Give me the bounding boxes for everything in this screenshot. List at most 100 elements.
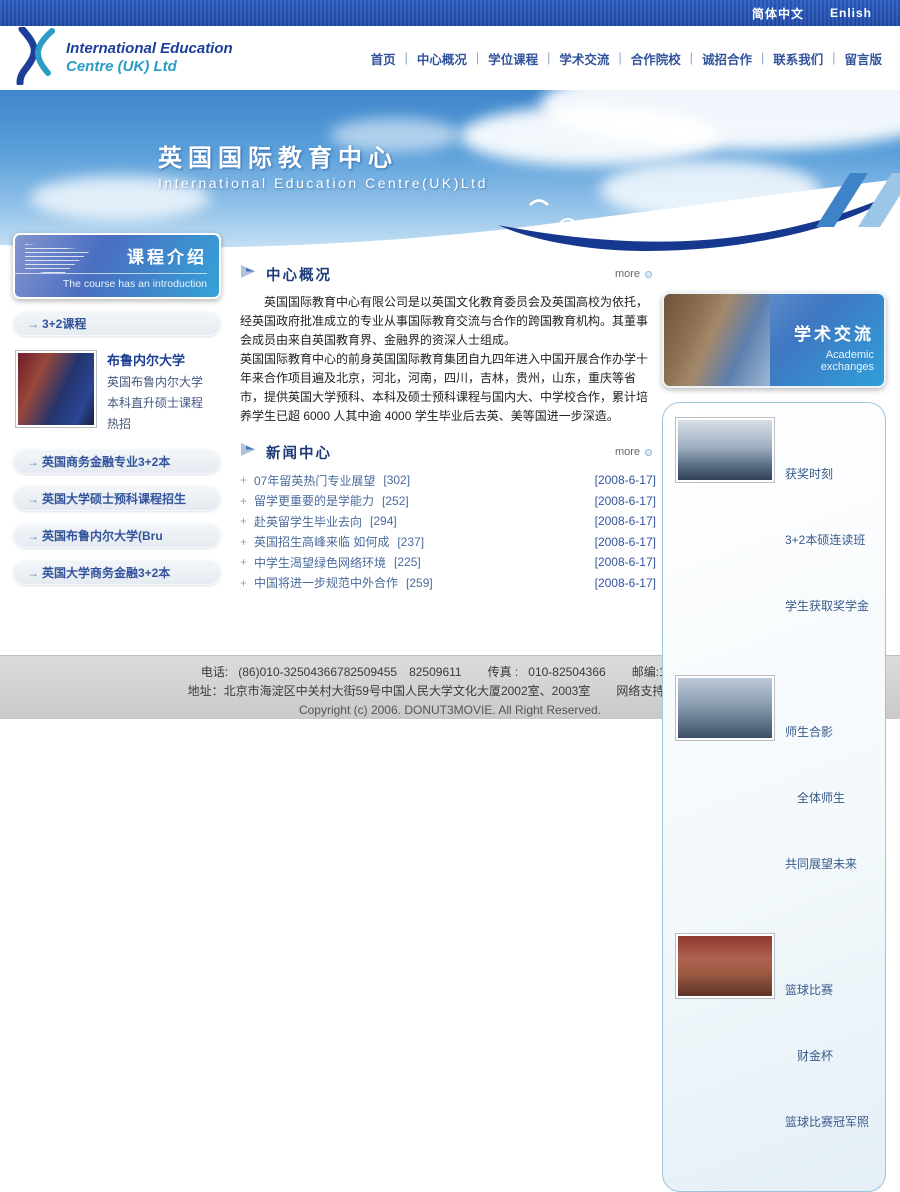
circle-icon (645, 449, 652, 456)
phone-value: (86)010-32504366782509455 82509611 (238, 665, 461, 679)
zip-label: 邮编: (632, 665, 659, 679)
sidebar-item-3plus2-course[interactable]: → 3+2课程 (13, 311, 221, 336)
plus-bullet-icon: + (240, 473, 254, 487)
plus-bullet-icon: + (240, 494, 254, 508)
nav-cooperation[interactable]: 诚招合作 (702, 49, 752, 68)
nav-separator: | (547, 51, 550, 65)
arrow-right-icon: → (27, 524, 39, 548)
arrow-right-icon: → (27, 561, 39, 585)
news-date: [2008-6-17] (595, 514, 656, 528)
address-value: 北京市海淀区中关村大街59号中国人民大学文化大厦2002室、2003室 (224, 684, 591, 698)
basketball-photo[interactable] (675, 933, 775, 999)
news-section-header: 新闻中心 more (240, 440, 656, 464)
featured-line: 热招 (107, 414, 203, 435)
sidebar-item-business-finance[interactable]: → 英国大学商务金融3+2本 (13, 560, 221, 585)
caption-line: 全体师生 (785, 787, 857, 809)
caption-line: 获奖时刻 (785, 463, 869, 485)
caption-line: 财金杯 (785, 1045, 869, 1067)
banner-subtitle: International Education Centre(UK)Ltd (158, 175, 488, 191)
nav-separator: | (832, 51, 835, 65)
sidebar-item-brunel-university[interactable]: → 英国布鲁内尔大学(Bru (13, 523, 221, 548)
news-item[interactable]: + 留学更重要的是学能力 [252] [2008-6-17] (240, 491, 656, 512)
about-paragraphs: 英国国际教育中心有限公司是以英国文化教育委员会及英国高校为依托，经英国政府批准成… (240, 293, 656, 426)
building-photo (664, 294, 770, 386)
fax-value: 010-82504366 (528, 665, 605, 679)
news-item[interactable]: + 英国招生高峰来临 如何成 [237] [2008-6-17] (240, 532, 656, 553)
nav-partner-schools[interactable]: 合作院校 (631, 49, 681, 68)
featured-line: 本科直升硕士课程 (107, 393, 203, 414)
featured-university-title[interactable]: 布鲁内尔大学 (107, 350, 203, 372)
nav-separator: | (690, 51, 693, 65)
news-count: [259] (406, 576, 433, 590)
banner-titles: 英国国际教育中心 International Education Centre(… (158, 138, 488, 191)
about-paragraph-1: 英国国际教育中心有限公司是以英国文化教育委员会及英国高校为依托，经英国政府批准成… (240, 293, 656, 350)
news-count: [237] (397, 535, 424, 549)
news-count: [302] (383, 473, 410, 487)
logo-line1: International Education (66, 40, 233, 57)
about-section-title: 中心概况 (266, 264, 332, 285)
nav-academic-exchange[interactable]: 学术交流 (559, 49, 609, 68)
gallery-caption: 获奖时刻 3+2本硕连读班 学生获取奖学金 (785, 417, 869, 661)
award-photo[interactable] (675, 417, 775, 483)
sidebar-item-label: 英国大学商务金融3+2本 (42, 566, 170, 580)
photo-gallery: 获奖时刻 3+2本硕连读班 学生获取奖学金 师生合影 全体师生 共同展望未来 篮… (662, 402, 886, 1192)
group-photo[interactable] (675, 675, 775, 741)
top-language-bar: 简体中文 Enlish (0, 0, 900, 26)
news-count: [252] (382, 494, 409, 508)
nav-home[interactable]: 首页 (371, 49, 396, 68)
fax-label: 传真 : (488, 665, 519, 679)
news-count: [225] (394, 555, 421, 569)
news-count: [294] (370, 514, 397, 528)
sidebar-item-label: 英国布鲁内尔大学(Bru (42, 529, 163, 543)
caption-line: 师生合影 (785, 721, 857, 743)
logo[interactable]: International Education Centre (UK) Ltd (8, 27, 233, 90)
academic-title: 学术交流 (770, 320, 874, 345)
main-nav: 首页 | 中心概况 | 学位课程 | 学术交流 | 合作院校 | 诚招合作 | … (371, 49, 882, 68)
plus-bullet-icon: + (240, 576, 254, 590)
logo-icon (8, 27, 64, 90)
main-content: 中心概况 more 英国国际教育中心有限公司是以英国文化教育委员会及英国高校为依… (240, 262, 656, 593)
gallery-caption: 师生合影 全体师生 共同展望未来 (785, 675, 857, 919)
about-section-header: 中心概况 more (240, 262, 656, 286)
news-list: + 07年留英热门专业展望 [302] [2008-6-17] + 留学更重要的… (240, 470, 656, 593)
news-title: 07年留英热门专业展望 (254, 472, 375, 489)
caption-line: 篮球比赛冠军照 (785, 1111, 869, 1133)
banner-title: 英国国际教育中心 (158, 138, 488, 173)
more-label: more (615, 268, 640, 280)
news-more-link[interactable]: more (615, 446, 652, 458)
arrow-right-icon: → (27, 312, 39, 336)
nav-contact-us[interactable]: 联系我们 (773, 49, 823, 68)
gallery-item: 篮球比赛 财金杯 篮球比赛冠军照 (675, 933, 875, 1177)
news-item[interactable]: + 07年留英热门专业展望 [302] [2008-6-17] (240, 470, 656, 491)
news-title: 英国招生高峰来临 如何成 (254, 533, 389, 550)
logo-text: International Education Centre (UK) Ltd (66, 40, 233, 76)
lang-simplified-chinese-link[interactable]: 简体中文 (752, 5, 804, 22)
about-paragraph-2: 英国国际教育中心的前身英国国际教育集团自九四年进入中国开展合作办学十年来合作项目… (240, 350, 656, 426)
gallery-item: 师生合影 全体师生 共同展望未来 (675, 675, 875, 919)
sidebar-item-business-finance-3plus2[interactable]: → 英国商务金融专业3+2本 (13, 449, 221, 474)
lang-english-link[interactable]: Enlish (830, 6, 872, 20)
academic-exchange-banner[interactable]: 学术交流 Academic exchanges (662, 292, 886, 388)
sidebar-item-label: 英国大学硕士预科课程招生 (42, 492, 186, 506)
news-section-title: 新闻中心 (266, 442, 332, 463)
more-label: more (615, 446, 640, 458)
sidebar-item-master-foundation[interactable]: → 英国大学硕士预科课程招生 (13, 486, 221, 511)
about-more-link[interactable]: more (615, 268, 652, 280)
news-item[interactable]: + 赴英留学生毕业去向 [294] [2008-6-17] (240, 511, 656, 532)
news-item[interactable]: + 中学生渴望绿色网络环境 [225] [2008-6-17] (240, 552, 656, 573)
news-item[interactable]: + 中国将进一步规范中外合作 [259] [2008-6-17] (240, 573, 656, 594)
caption-line: 篮球比赛 (785, 979, 869, 1001)
gallery-item: 获奖时刻 3+2本硕连读班 学生获取奖学金 (675, 417, 875, 661)
nav-degree-courses[interactable]: 学位课程 (488, 49, 538, 68)
news-title: 留学更重要的是学能力 (254, 492, 374, 509)
news-date: [2008-6-17] (595, 473, 656, 487)
nav-separator: | (761, 51, 764, 65)
academic-banner-text: 学术交流 Academic exchanges (770, 294, 884, 386)
nav-center-overview[interactable]: 中心概况 (417, 49, 467, 68)
section-arrow-icon (240, 442, 258, 462)
news-date: [2008-6-17] (595, 576, 656, 590)
caption-line: 共同展望未来 (785, 853, 857, 875)
sidebar-item-label: 英国商务金融专业3+2本 (42, 455, 170, 469)
graduation-photo[interactable] (15, 350, 97, 428)
nav-guestbook[interactable]: 留言版 (844, 49, 882, 68)
